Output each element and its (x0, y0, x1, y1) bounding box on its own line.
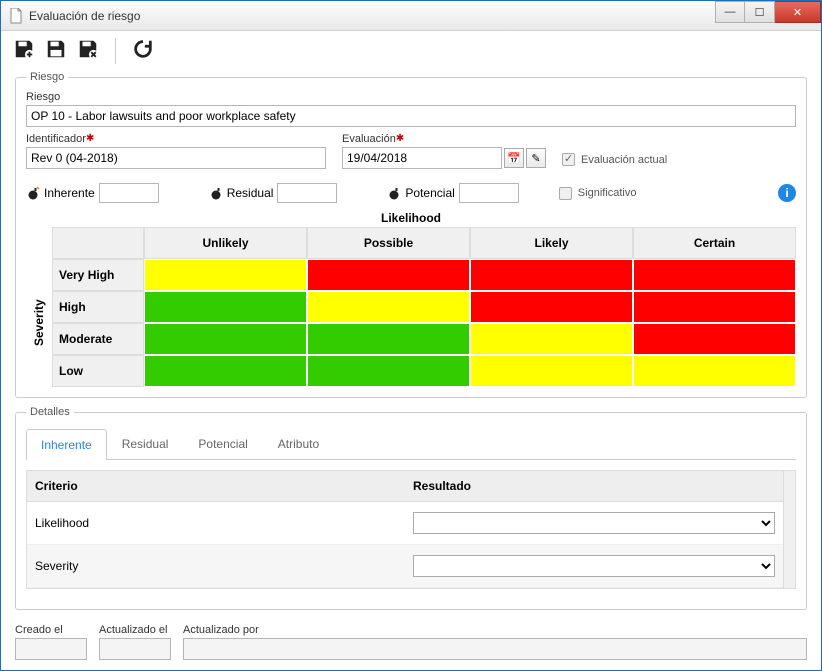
info-icon[interactable]: i (778, 184, 796, 202)
current-eval-label: Evaluación actual (581, 154, 667, 166)
matrix-corner2 (52, 227, 144, 259)
result-cell (405, 502, 783, 545)
result-select[interactable] (413, 512, 775, 534)
save-close-button[interactable] (77, 38, 99, 65)
significant-checkbox[interactable] (559, 187, 572, 200)
potential-label: Potencial (405, 186, 454, 200)
result-select[interactable] (413, 555, 775, 577)
bomb-icon (209, 186, 223, 200)
residual-label: Residual (227, 186, 274, 200)
minimize-button[interactable]: — (715, 1, 745, 23)
evaluation-label: Evaluación✱ (342, 133, 546, 145)
matrix-x-axis-label: Likelihood (26, 211, 796, 225)
matrix-cell[interactable] (470, 355, 633, 387)
matrix-cell[interactable] (307, 291, 470, 323)
toolbar-divider (115, 38, 116, 64)
residual-input[interactable] (277, 183, 337, 203)
matrix-y-axis-label: Severity (26, 259, 52, 387)
document-icon (9, 8, 23, 24)
app-window: Evaluación de riesgo — ☐ ✕ Riesgo Riesgo… (0, 0, 822, 671)
result-header: Resultado (405, 471, 783, 502)
criteria-table: CriterioResultadoLikelihoodSeverity (26, 470, 796, 589)
tab-residual[interactable]: Residual (107, 428, 184, 459)
matrix-row-header: Low (52, 355, 144, 387)
tab-atributo[interactable]: Atributo (263, 428, 334, 459)
matrix-col-header: Possible (307, 227, 470, 259)
created-input (15, 638, 87, 660)
risk-input[interactable] (26, 105, 796, 127)
matrix-cell[interactable] (307, 323, 470, 355)
matrix-cell[interactable] (633, 323, 796, 355)
created-label: Creado el (15, 624, 87, 636)
matrix-cell[interactable] (470, 291, 633, 323)
matrix-row-header: Very High (52, 259, 144, 291)
risk-group: Riesgo Riesgo Identificador✱ Evaluación✱… (15, 71, 807, 398)
close-button[interactable]: ✕ (775, 1, 821, 23)
matrix-cell[interactable] (144, 259, 307, 291)
toolbar (1, 31, 821, 71)
updated-by-label: Actualizado por (183, 624, 807, 636)
footer-row: Creado el Actualizado el Actualizado por (15, 624, 807, 660)
current-eval-checkbox[interactable] (562, 153, 575, 166)
maximize-button[interactable]: ☐ (745, 1, 775, 23)
criteria-cell: Likelihood (27, 502, 405, 545)
risk-matrix: Likelihood UnlikelyPossibleLikelyCertain… (26, 211, 796, 387)
matrix-cell[interactable] (633, 355, 796, 387)
potential-input[interactable] (459, 183, 519, 203)
matrix-row-header: Moderate (52, 323, 144, 355)
titlebar: Evaluación de riesgo — ☐ ✕ (1, 1, 821, 31)
result-cell (405, 545, 783, 588)
risk-group-legend: Riesgo (26, 71, 68, 83)
tab-potencial[interactable]: Potencial (183, 428, 262, 459)
matrix-col-header: Unlikely (144, 227, 307, 259)
matrix-cell[interactable] (633, 291, 796, 323)
identifier-label: Identificador✱ (26, 133, 326, 145)
matrix-row-header: High (52, 291, 144, 323)
refresh-button[interactable] (132, 38, 154, 65)
identifier-input[interactable] (26, 147, 326, 169)
tab-inherente[interactable]: Inherente (26, 429, 107, 460)
details-tabs: InherenteResidualPotencialAtributo (26, 428, 796, 460)
matrix-col-header: Certain (633, 227, 796, 259)
details-legend: Detalles (26, 406, 74, 418)
save-new-button[interactable] (13, 38, 35, 65)
wand-icon[interactable]: ✎ (526, 148, 546, 168)
inherent-input[interactable] (99, 183, 159, 203)
bomb-icon (387, 186, 401, 200)
matrix-cell[interactable] (144, 291, 307, 323)
bomb-icon (26, 186, 40, 200)
details-group: Detalles InherenteResidualPotencialAtrib… (15, 406, 807, 610)
matrix-col-header: Likely (470, 227, 633, 259)
inherent-label: Inherente (44, 186, 95, 200)
save-button[interactable] (45, 38, 67, 65)
matrix-cell[interactable] (307, 259, 470, 291)
matrix-cell[interactable] (470, 323, 633, 355)
matrix-cell[interactable] (470, 259, 633, 291)
calendar-icon[interactable]: 📅 (504, 148, 524, 168)
matrix-cell[interactable] (307, 355, 470, 387)
matrix-cell[interactable] (633, 259, 796, 291)
matrix-cell[interactable] (144, 323, 307, 355)
updated-by-input (183, 638, 807, 660)
matrix-cell[interactable] (144, 355, 307, 387)
updated-input (99, 638, 171, 660)
criteria-header: Criterio (27, 471, 405, 502)
window-controls: — ☐ ✕ (715, 1, 821, 30)
window-title: Evaluación de riesgo (29, 9, 715, 23)
evaluation-date-input[interactable] (342, 147, 502, 169)
table-scrollbar[interactable] (783, 471, 795, 588)
significant-label: Significativo (578, 187, 637, 199)
updated-label: Actualizado el (99, 624, 171, 636)
criteria-cell: Severity (27, 545, 405, 588)
risk-label: Riesgo (26, 91, 796, 103)
matrix-corner (26, 227, 52, 259)
